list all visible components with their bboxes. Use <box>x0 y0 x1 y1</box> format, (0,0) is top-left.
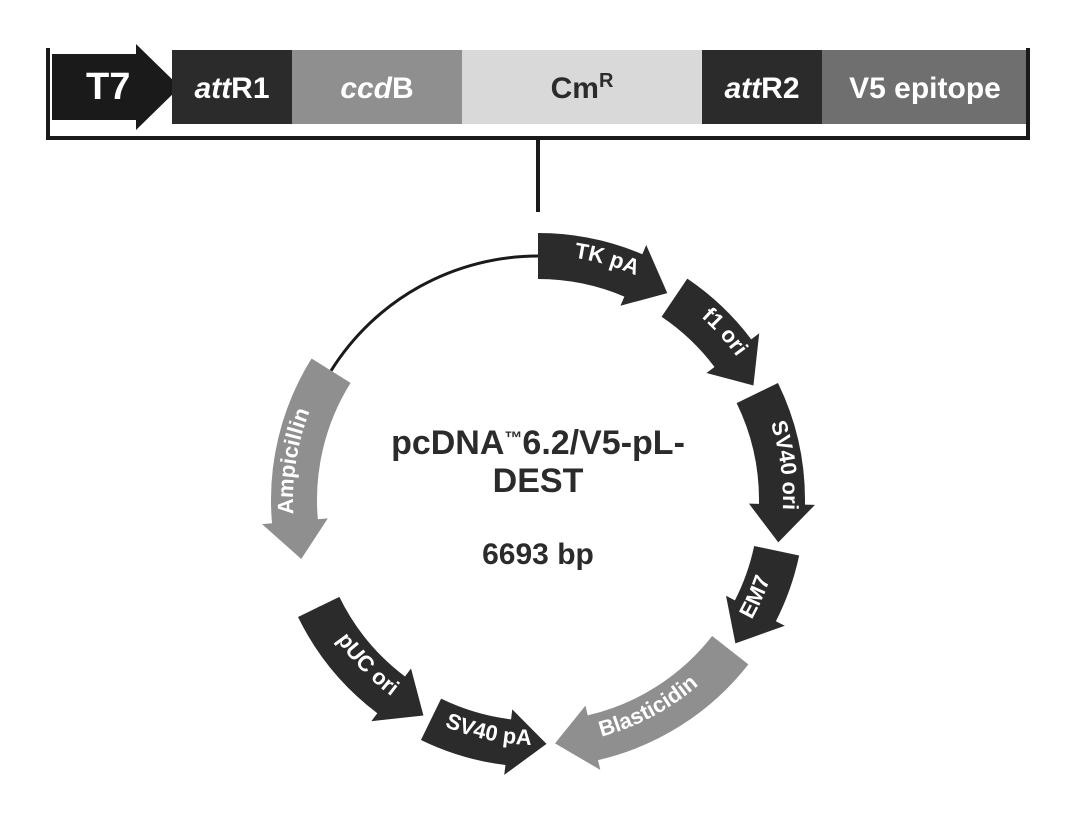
plasmid-name-line2: DEST <box>493 462 584 500</box>
feature-pUCori: pUC ori <box>298 597 423 721</box>
cassette: attR1 ccdB CmR attR2 V5 epitope <box>172 50 1028 124</box>
cassette-seg-label-ccdB: ccdB <box>340 72 413 105</box>
plasmid-size: 6693 bp <box>482 538 594 571</box>
cassette-seg-label-attR1: attR1 <box>194 72 269 105</box>
feature-SV40ori: SV40 ori <box>737 383 815 542</box>
cassette-seg-label-V5: V5 epitope <box>849 72 1001 105</box>
feature-SV40pA: SV40 pA <box>421 699 547 775</box>
cassette-seg-label-attR2: attR2 <box>724 72 799 105</box>
feature-EM7: EM7 <box>726 546 799 643</box>
cassette-seg-V5: V5 epitope <box>822 50 1028 124</box>
feature-Ampicillin: Ampicillin <box>262 359 351 560</box>
promoter-arrow: T7 <box>52 44 180 130</box>
feature-TKpA: TK pA <box>538 233 667 306</box>
cassette-seg-attR2: attR2 <box>702 50 822 124</box>
feature-Blasticidin: Blasticidin <box>555 636 748 770</box>
promoter-label: T7 <box>86 66 130 108</box>
plasmid-features: TK pAf1 oriSV40 oriEM7BlasticidinSV40 pA… <box>262 233 815 775</box>
plasmid-center: pcDNA™6.2/V5-pL-DEST 6693 bp <box>391 424 685 571</box>
feature-f1ori: f1 ori <box>662 279 760 386</box>
cassette-seg-CmR: CmR <box>462 50 702 124</box>
plasmid-name-line1: pcDNA™6.2/V5-pL- <box>391 424 685 462</box>
cassette-seg-ccdB: ccdB <box>292 50 462 124</box>
cassette-seg-attR1: attR1 <box>172 50 292 124</box>
